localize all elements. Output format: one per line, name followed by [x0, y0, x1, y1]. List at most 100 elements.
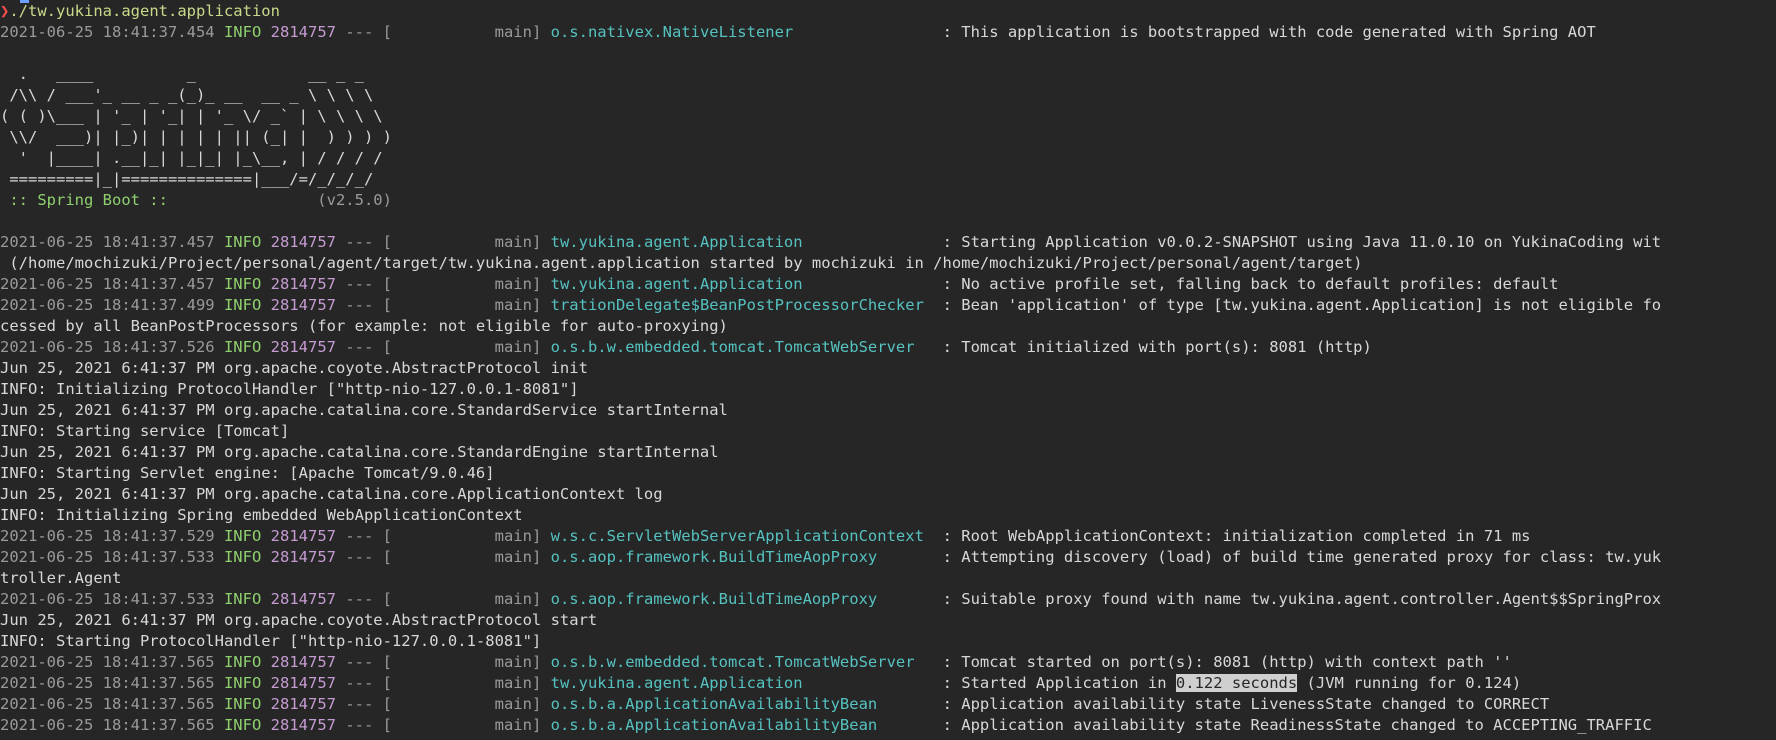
log-line: 2021-06-25 18:41:37.454 INFO 2814757 ---…	[0, 22, 1596, 43]
log-message: : Application availability state Livenes…	[933, 695, 1550, 713]
log-thread: main]	[391, 527, 542, 545]
log-logger: o.s.aop.framework.BuildTimeAopProxy	[550, 548, 934, 566]
log-separator: --- [	[335, 548, 392, 566]
log-level: INFO	[214, 338, 262, 356]
log-logger: o.s.b.w.embedded.tomcat.TomcatWebServer	[550, 653, 934, 671]
log-pid: 2814757	[270, 233, 336, 251]
log-logger: o.s.b.a.ApplicationAvailabilityBean	[550, 695, 934, 713]
output-text: Jun 25, 2021 6:41:37 PM org.apache.coyot…	[0, 359, 588, 377]
output-line: (/home/mochizuki/Project/personal/agent/…	[0, 253, 1362, 274]
log-logger: o.s.b.a.ApplicationAvailabilityBean	[550, 716, 934, 734]
log-timestamp: 2021-06-25 18:41:37.533	[0, 548, 215, 566]
log-line: 2021-06-25 18:41:37.565 INFO 2814757 ---…	[0, 694, 1549, 715]
log-logger: w.s.c.ServletWebServerApplicationContext	[550, 527, 934, 545]
output-text: INFO: Initializing Spring embedded WebAp…	[0, 506, 523, 524]
banner-line: . ____ _ __ _ _	[0, 65, 364, 83]
log-message: : Tomcat started on port(s): 8081 (http)…	[933, 653, 1512, 671]
prompt-arrow-icon: ❯	[0, 2, 10, 20]
log-thread: main]	[391, 716, 542, 734]
log-pid: 2814757	[270, 590, 336, 608]
command-text: ./tw.yukina.agent.application	[9, 2, 280, 20]
log-thread: main]	[391, 695, 542, 713]
output-text: INFO: Starting Servlet engine: [Apache T…	[0, 464, 495, 482]
log-level: INFO	[214, 275, 262, 293]
log-pid: 2814757	[270, 716, 336, 734]
log-timestamp: 2021-06-25 18:41:37.457	[0, 233, 215, 251]
spring-boot-label: :: Spring Boot ::	[0, 191, 178, 209]
log-timestamp: 2021-06-25 18:41:37.529	[0, 527, 215, 545]
log-message: : This application is bootstrapped with …	[933, 23, 1596, 41]
log-line: 2021-06-25 18:41:37.533 INFO 2814757 ---…	[0, 589, 1661, 610]
log-pid: 2814757	[270, 296, 336, 314]
log-level: INFO	[214, 527, 262, 545]
log-timestamp: 2021-06-25 18:41:37.565	[0, 653, 215, 671]
log-message: : Started Application in	[933, 674, 1176, 692]
log-logger: o.s.b.w.embedded.tomcat.TomcatWebServer	[550, 338, 934, 356]
log-level: INFO	[214, 653, 262, 671]
log-timestamp: 2021-06-25 18:41:37.533	[0, 590, 215, 608]
log-pid: 2814757	[270, 653, 336, 671]
output-line: INFO: Starting ProtocolHandler ["http-ni…	[0, 631, 541, 652]
banner-line: ( ( )\___ | '_ | '_| | '_ \/ _` | \ \ \ …	[0, 107, 383, 125]
log-level: INFO	[214, 695, 262, 713]
log-message: : Attempting discovery (load) of build t…	[933, 548, 1662, 566]
log-timestamp: 2021-06-25 18:41:37.499	[0, 296, 215, 314]
log-level: INFO	[214, 590, 262, 608]
log-timestamp: 2021-06-25 18:41:37.454	[0, 23, 215, 41]
highlighted-text: 0.122 seconds	[1175, 674, 1298, 692]
log-timestamp: 2021-06-25 18:41:37.526	[0, 338, 215, 356]
output-text: Jun 25, 2021 6:41:37 PM org.apache.catal…	[0, 443, 719, 461]
output-line: INFO: Initializing Spring embedded WebAp…	[0, 505, 523, 526]
output-line: cessed by all BeanPostProcessors (for ex…	[0, 316, 728, 337]
log-level: INFO	[214, 716, 262, 734]
output-line: Jun 25, 2021 6:41:37 PM org.apache.coyot…	[0, 358, 588, 379]
log-thread: main]	[391, 590, 542, 608]
spring-boot-version-line: :: Spring Boot :: (v2.5.0)	[0, 190, 392, 211]
output-text: Jun 25, 2021 6:41:37 PM org.apache.catal…	[0, 401, 728, 419]
banner-line: \\/ ___)| |_)| | | | | || (_| | ) ) ) )	[0, 128, 392, 146]
log-thread: main]	[391, 674, 542, 692]
log-message: : Tomcat initialized with port(s): 8081 …	[933, 338, 1372, 356]
log-level: INFO	[214, 296, 262, 314]
output-text: INFO: Initializing ProtocolHandler ["htt…	[0, 380, 579, 398]
log-message: : Suitable proxy found with name tw.yuki…	[933, 590, 1662, 608]
log-timestamp: 2021-06-25 18:41:37.457	[0, 275, 215, 293]
log-logger: tw.yukina.agent.Application	[550, 674, 934, 692]
log-separator: --- [	[335, 338, 392, 356]
log-line: 2021-06-25 18:41:37.457 INFO 2814757 ---…	[0, 274, 1558, 295]
log-thread: main]	[391, 548, 542, 566]
log-separator: --- [	[335, 296, 392, 314]
log-logger: o.s.nativex.NativeListener	[550, 23, 934, 41]
output-text: Jun 25, 2021 6:41:37 PM org.apache.catal…	[0, 485, 663, 503]
log-line: 2021-06-25 18:41:37.533 INFO 2814757 ---…	[0, 547, 1661, 568]
output-text: Jun 25, 2021 6:41:37 PM org.apache.coyot…	[0, 611, 598, 629]
log-pid: 2814757	[270, 674, 336, 692]
log-thread: main]	[391, 23, 542, 41]
log-line: 2021-06-25 18:41:37.499 INFO 2814757 ---…	[0, 295, 1661, 316]
log-line: 2021-06-25 18:41:37.457 INFO 2814757 ---…	[0, 232, 1661, 253]
log-thread: main]	[391, 653, 542, 671]
log-pid: 2814757	[270, 338, 336, 356]
output-line: INFO: Initializing ProtocolHandler ["htt…	[0, 379, 579, 400]
log-message: : Starting Application v0.0.2-SNAPSHOT u…	[933, 233, 1662, 251]
log-logger: o.s.aop.framework.BuildTimeAopProxy	[550, 590, 934, 608]
prompt-line: ❯./tw.yukina.agent.application	[0, 1, 280, 22]
spring-boot-version: (v2.5.0)	[177, 191, 392, 209]
log-timestamp: 2021-06-25 18:41:37.565	[0, 674, 215, 692]
terminal-window[interactable]: ❯./tw.yukina.agent.application 2021-06-2…	[0, 0, 1776, 740]
log-logger: tw.yukina.agent.Application	[550, 275, 934, 293]
output-line: Jun 25, 2021 6:41:37 PM org.apache.catal…	[0, 400, 728, 421]
log-thread: main]	[391, 275, 542, 293]
log-timestamp: 2021-06-25 18:41:37.565	[0, 716, 215, 734]
output-line: troller.Agent	[0, 568, 121, 589]
log-separator: --- [	[335, 590, 392, 608]
log-line: 2021-06-25 18:41:37.565 INFO 2814757 ---…	[0, 652, 1512, 673]
log-thread: main]	[391, 338, 542, 356]
output-text: troller.Agent	[0, 569, 122, 587]
log-level: INFO	[214, 548, 262, 566]
output-text: INFO: Starting ProtocolHandler ["http-ni…	[0, 632, 542, 650]
log-separator: --- [	[335, 527, 392, 545]
output-text: cessed by all BeanPostProcessors (for ex…	[0, 317, 728, 335]
output-line: Jun 25, 2021 6:41:37 PM org.apache.catal…	[0, 484, 663, 505]
log-pid: 2814757	[270, 548, 336, 566]
